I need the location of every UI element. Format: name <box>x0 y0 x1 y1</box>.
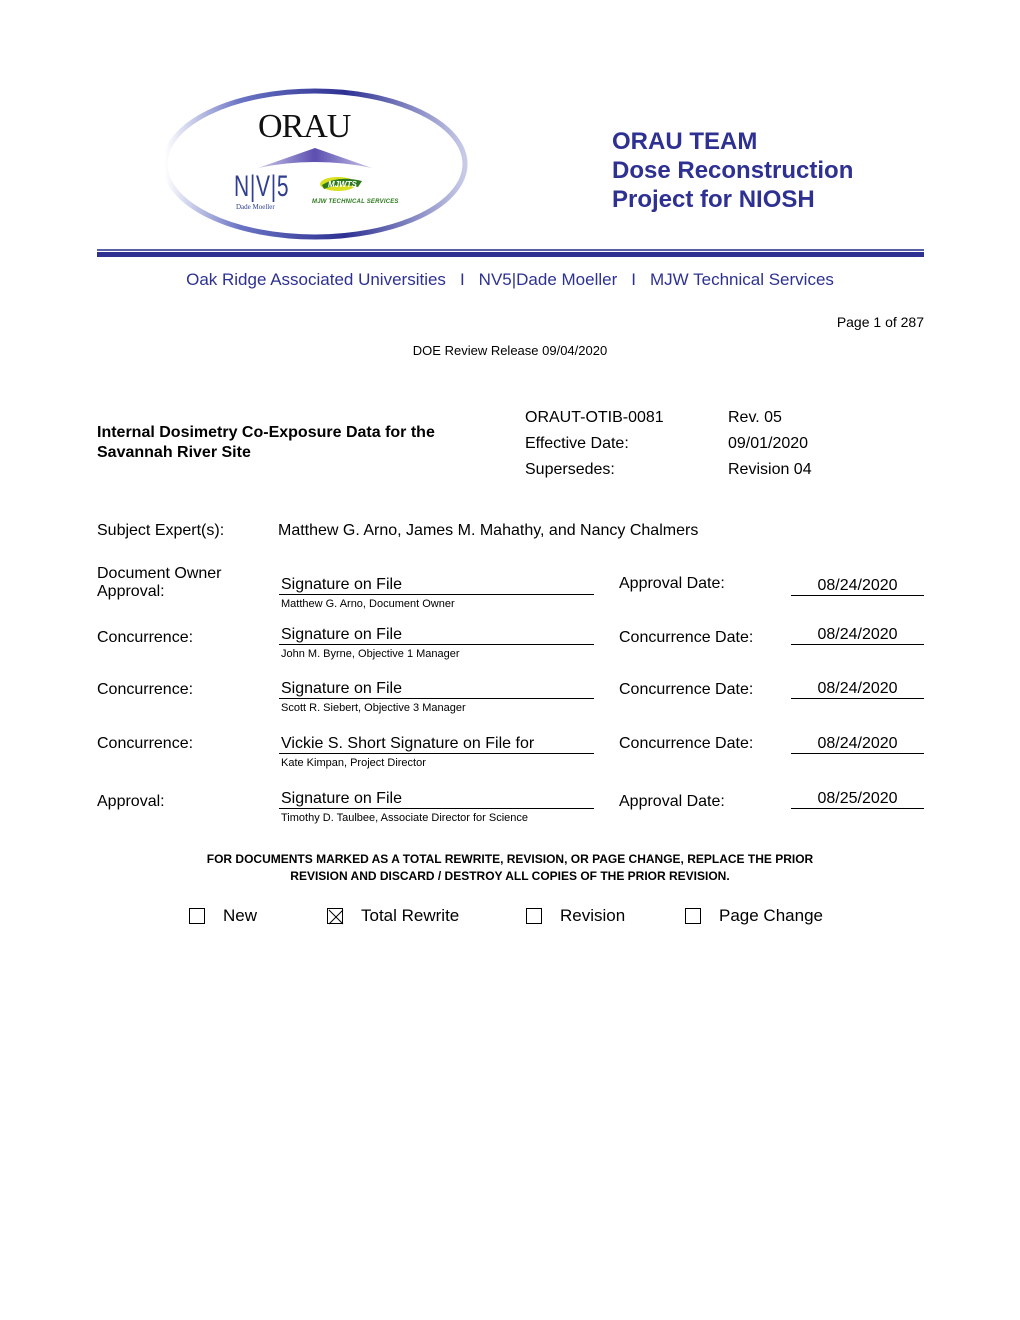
mjwts-wordmark: MJWTS <box>328 180 358 189</box>
meta-key: Supersedes: <box>525 461 615 478</box>
team-title-line: Dose Reconstruction <box>612 157 854 184</box>
signature-label: Concurrence: <box>97 681 194 698</box>
checkbox-total-rewrite[interactable]: Total Rewrite <box>327 906 459 926</box>
notice-line: FOR DOCUMENTS MARKED AS A TOTAL REWRITE,… <box>206 852 814 866</box>
signer-name: Timothy D. Taulbee, Associate Director f… <box>281 812 528 824</box>
subject-experts-label: Subject Expert(s): <box>97 522 225 539</box>
nv5-wordmark: N|V|5 <box>234 170 290 203</box>
date-label: Concurrence Date: <box>619 735 754 752</box>
checkbox-page-change[interactable]: Page Change <box>685 906 823 926</box>
checkbox-label: Page Change <box>719 906 823 925</box>
date-label: Concurrence Date: <box>619 681 754 698</box>
checkbox-label: Total Rewrite <box>361 906 460 925</box>
date-field: 08/24/2020 <box>791 679 924 699</box>
checkbox-unchecked-icon[interactable] <box>685 908 701 924</box>
team-title-line: Project for NIOSH <box>612 186 815 213</box>
revision-notice: FOR DOCUMENTS MARKED AS A TOTAL REWRITE,… <box>0 851 1020 885</box>
notice-line: REVISION AND DISCARD / DESTROY ALL COPIE… <box>290 869 730 883</box>
signer-name: Scott R. Siebert, Objective 3 Manager <box>281 702 466 714</box>
header-rule-thin <box>97 249 924 251</box>
checkbox-new[interactable]: New <box>189 906 257 926</box>
partner-orau: Oak Ridge Associated Universities <box>186 270 446 289</box>
checkbox-label: New <box>223 906 258 925</box>
team-title-line: ORAU TEAM <box>612 128 758 155</box>
nv5-subtitle: Dade Moeller <box>236 203 275 211</box>
checkbox-checked-icon[interactable] <box>327 908 344 925</box>
signature-field: Signature on File <box>279 789 594 809</box>
signer-name: Kate Kimpan, Project Director <box>281 757 426 769</box>
signature-label: Document Owner Approval: <box>97 565 222 600</box>
signature-label: Concurrence: <box>97 629 194 646</box>
meta-value: 09/01/2020 <box>728 435 809 452</box>
checkbox-label: Revision <box>560 906 626 925</box>
checkbox-unchecked-icon[interactable] <box>189 908 205 924</box>
date-field: 08/25/2020 <box>791 789 924 809</box>
date-field: 08/24/2020 <box>791 625 924 645</box>
document-meta: ORAUT-OTIB-0081 Rev. 05 Effective Date: … <box>525 405 812 483</box>
signature-label: Approval: <box>97 793 165 810</box>
signature-field: Signature on File <box>279 625 594 645</box>
meta-row-effective-date: Effective Date: 09/01/2020 <box>525 431 812 457</box>
signature-label: Concurrence: <box>97 735 194 752</box>
partner-nv5: NV5|Dade Moeller <box>478 270 618 289</box>
date-field: 08/24/2020 <box>791 734 924 754</box>
meta-key: Effective Date: <box>525 435 629 452</box>
doe-review-release: DOE Review Release 09/04/2020 <box>412 343 608 358</box>
team-title: ORAU TEAM Dose Reconstruction Project fo… <box>612 127 853 214</box>
signature-field: Signature on File <box>279 575 594 595</box>
date-label: Approval Date: <box>619 575 725 592</box>
date-label: Concurrence Date: <box>619 629 754 646</box>
partner-mjw: MJW Technical Services <box>650 270 834 289</box>
subject-experts-value: Matthew G. Arno, James M. Mahathy, and N… <box>278 522 699 539</box>
partner-separator: I <box>459 270 465 289</box>
meta-row-doc-id: ORAUT-OTIB-0081 Rev. 05 <box>525 405 812 431</box>
partner-separator: I <box>631 270 636 289</box>
meta-value: Rev. 05 <box>728 409 782 426</box>
partner-line: Oak Ridge Associated Universities I NV5|Da… <box>0 270 1020 290</box>
document-title: Internal Dosimetry Co-Exposure Data for … <box>97 424 435 461</box>
checkbox-revision[interactable]: Revision <box>526 906 625 926</box>
orau-triangle-icon <box>258 148 372 168</box>
signer-name: Matthew G. Arno, Document Owner <box>281 598 455 610</box>
meta-value: Revision 04 <box>728 461 812 478</box>
mjwts-logo-icon: MJWTS <box>320 177 362 191</box>
orau-wordmark: ORAU <box>258 108 351 145</box>
date-label: Approval Date: <box>619 793 725 810</box>
signature-field: Vickie S. Short Signature on File for <box>279 734 594 754</box>
date-field: 08/24/2020 <box>791 576 924 596</box>
mjwts-subtitle: MJW TECHNICAL SERVICES <box>312 199 399 205</box>
checkbox-unchecked-icon[interactable] <box>526 908 542 924</box>
signer-name: John M. Byrne, Objective 1 Manager <box>281 648 460 660</box>
meta-row-supersedes: Supersedes: Revision 04 <box>525 457 812 483</box>
meta-key: ORAUT-OTIB-0081 <box>525 409 664 426</box>
signature-field: Signature on File <box>279 679 594 699</box>
header-rule-thick <box>97 252 924 257</box>
page-number: Page 1 of 287 <box>836 314 924 330</box>
